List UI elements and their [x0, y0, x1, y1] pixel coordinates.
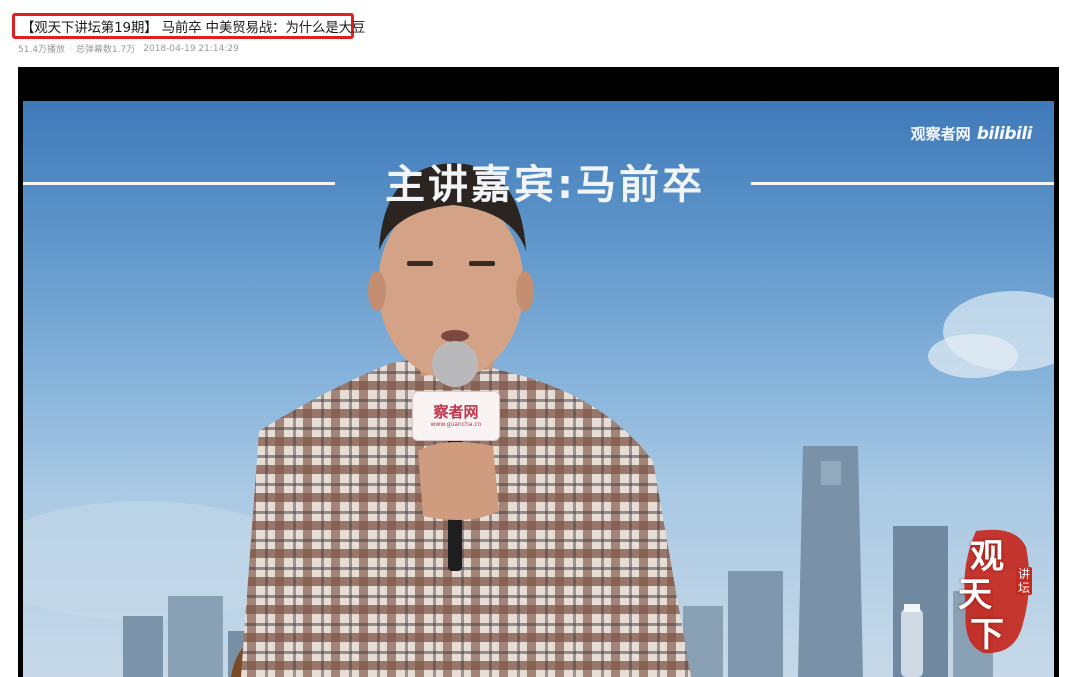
banner-line-left	[23, 182, 335, 185]
logo-glyph: 下	[970, 615, 1004, 655]
video-title-highlight: 【观天下讲坛第19期】 马前卒 中美贸易战：为什么是大豆	[12, 13, 365, 39]
tower-opening	[821, 461, 841, 485]
page: 【观天下讲坛第19期】 马前卒 中美贸易战：为什么是大豆 51.4万播放 · 总…	[0, 0, 1080, 677]
danmaku-count: 总弹幕数1.7万	[75, 45, 136, 55]
video-title[interactable]: 【观天下讲坛第19期】 马前卒 中美贸易战：为什么是大豆	[21, 16, 365, 36]
speaker-hand	[418, 442, 499, 520]
publish-date: 2018-04-19 21:14:29	[143, 43, 239, 54]
logo-subtitle: 讲坛	[1016, 567, 1032, 595]
skyline-building	[728, 571, 783, 677]
video-frame[interactable]: 主讲嘉宾:马前卒 观察者网 bilibili 察者网 www.guancha.c…	[23, 101, 1054, 677]
show-corner-logo: 观 天 下 讲坛	[956, 527, 1036, 657]
speaker-ear	[516, 271, 534, 311]
speaker-ear	[368, 271, 386, 311]
skyline-building	[168, 596, 223, 677]
speaker-eyebrow	[407, 261, 433, 266]
microphone-head	[432, 341, 478, 387]
water-bottle	[901, 609, 923, 677]
bottle-cap	[904, 604, 920, 612]
mic-badge-url: www.guancha.cn	[430, 421, 482, 428]
speaker-eyebrow	[469, 261, 495, 266]
video-watermark: 观察者网 bilibili	[910, 123, 1033, 144]
mic-badge-brand: 察者网	[433, 403, 479, 421]
watermark-site: 观察者网	[910, 125, 971, 143]
banner-line-right	[751, 182, 1054, 185]
microphone-badge: 察者网 www.guancha.cn	[412, 391, 500, 441]
bilibili-logo: bilibili	[976, 123, 1033, 144]
skyline-building	[123, 616, 163, 677]
view-count: 51.4万播放	[18, 45, 66, 55]
banner-text: 主讲嘉宾:马前卒	[385, 162, 705, 208]
speaker-mouth	[441, 330, 469, 342]
video-meta: 51.4万播放 · 总弹幕数1.7万 2018-04-19 21:14:29	[18, 42, 239, 56]
video-player[interactable]: 主讲嘉宾:马前卒 观察者网 bilibili 察者网 www.guancha.c…	[18, 67, 1059, 677]
cloud	[928, 334, 1018, 378]
separator-dot: ·	[69, 43, 72, 54]
speaker-banner: 主讲嘉宾:马前卒	[23, 161, 1054, 221]
